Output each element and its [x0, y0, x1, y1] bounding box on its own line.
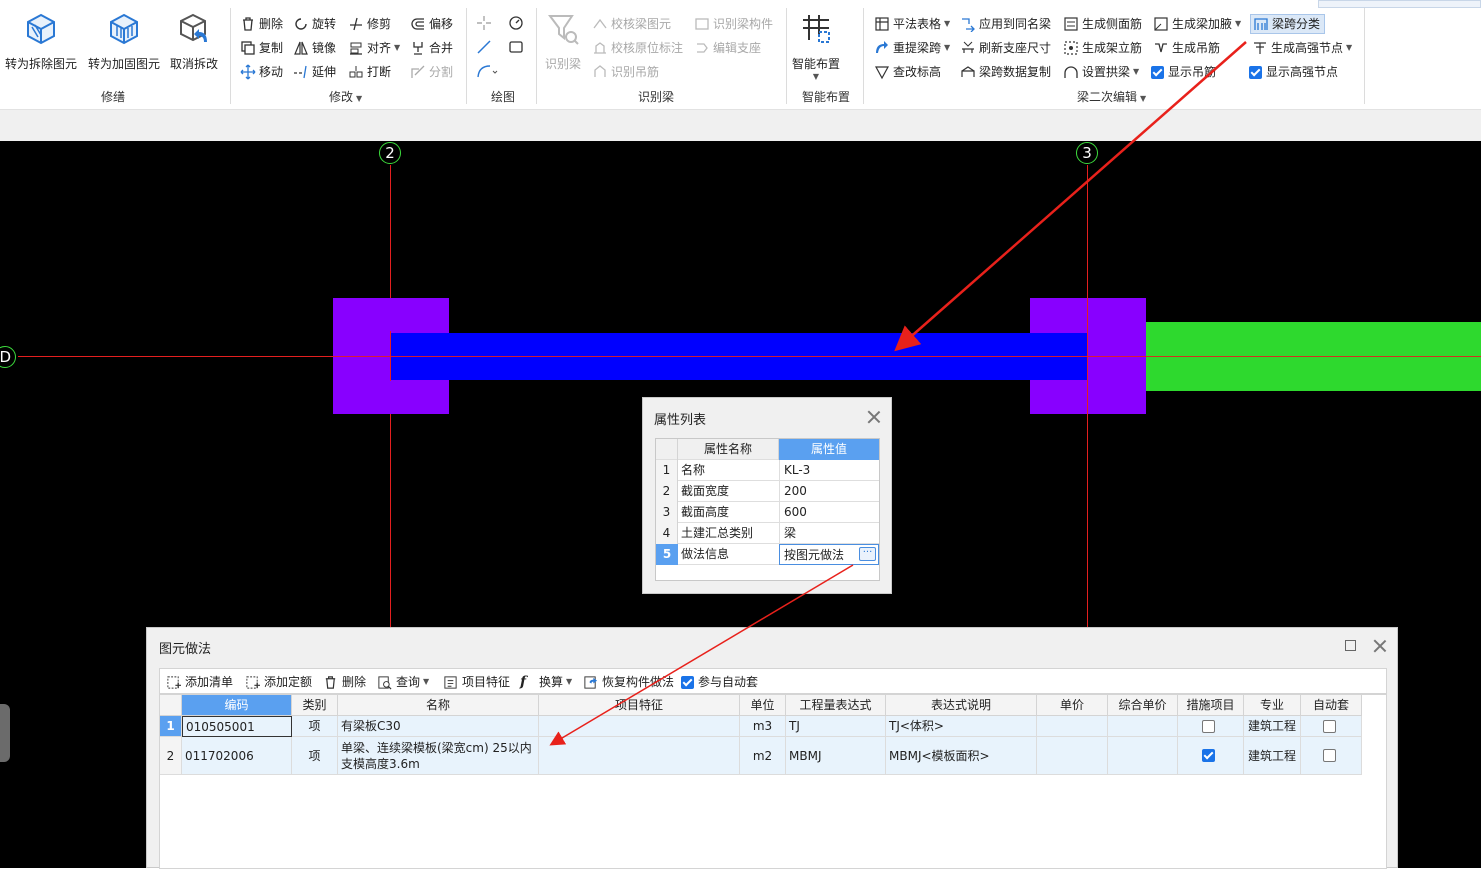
- arrow-to-method-row: [549, 564, 854, 746]
- annotation-arrows: [549, 41, 1247, 746]
- arrow-to-beam: [894, 41, 1247, 352]
